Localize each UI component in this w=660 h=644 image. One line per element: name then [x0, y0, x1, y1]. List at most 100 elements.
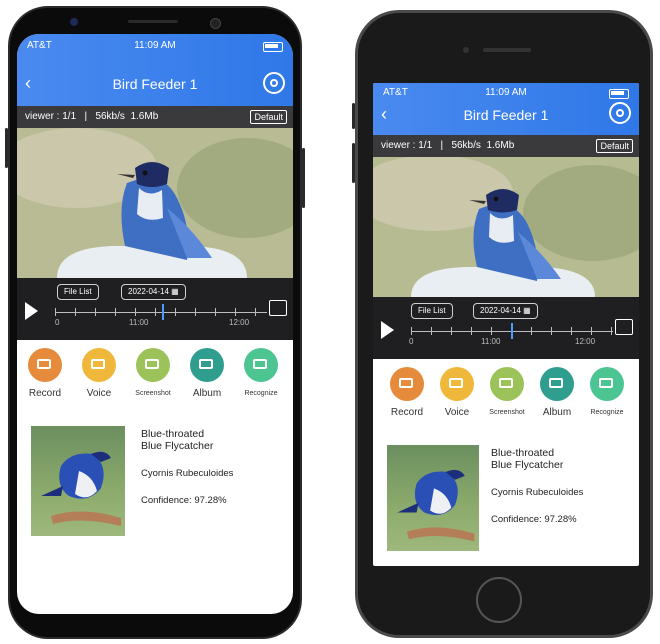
quality-button[interactable]: Default	[250, 110, 287, 124]
playback-timeline: File List 2022-04-14 ▦ 0 11:00 12:00	[17, 278, 293, 340]
screenshot-label: Screenshot	[135, 390, 171, 397]
app-header: AT&T 11:09 AM ‹ Bird Feeder 1	[17, 34, 293, 106]
tick	[571, 327, 572, 335]
date-picker-button[interactable]: 2022-04-14 ▦	[473, 303, 538, 319]
playhead-cursor[interactable]	[162, 304, 164, 320]
viewer-count: viewer : 1/1	[25, 111, 77, 122]
play-icon[interactable]	[381, 321, 394, 339]
timeline-label-1100: 11:00	[129, 318, 149, 327]
recognize-label: Recognize	[590, 409, 624, 416]
home-button[interactable]	[476, 577, 522, 623]
confidence-score: Confidence: 97.28%	[141, 495, 227, 506]
playhead-cursor[interactable]	[511, 323, 513, 339]
upload-icon	[244, 348, 278, 382]
record-button[interactable]: Record	[19, 348, 71, 399]
bird-on-feeder-image	[17, 128, 293, 278]
calendar-icon: ▦	[523, 306, 531, 315]
species-name-line2: Blue Flycatcher	[141, 440, 214, 452]
gear-icon[interactable]	[609, 102, 631, 124]
file-list-button[interactable]: File List	[57, 284, 99, 300]
time-ruler[interactable]	[411, 323, 613, 339]
tick	[115, 308, 116, 316]
speaker-icon	[82, 348, 116, 382]
album-button[interactable]: Album	[181, 348, 233, 399]
file-list-button[interactable]: File List	[411, 303, 453, 319]
earpiece	[483, 48, 531, 52]
status-bar: AT&T 11:09 AM	[17, 40, 293, 54]
screenshot-button[interactable]: Screenshot	[481, 367, 533, 416]
voice-label: Voice	[86, 388, 112, 399]
live-video-feed[interactable]	[373, 157, 639, 297]
species-name-line1: Blue-throated	[491, 447, 555, 459]
tick	[95, 308, 96, 316]
time-ruler[interactable]	[55, 304, 267, 320]
status-bar: AT&T 11:09 AM	[373, 87, 639, 101]
timeline-label-1200: 12:00	[575, 337, 596, 346]
screenshot-icon	[490, 367, 524, 401]
front-camera-icon	[70, 18, 78, 26]
bitrate: 56kb/s	[451, 140, 481, 151]
screenshot-label: Screenshot	[489, 409, 525, 416]
voice-button[interactable]: Voice	[73, 348, 125, 399]
page-title: Bird Feeder 1	[112, 76, 198, 92]
clock: 11:09 AM	[134, 40, 176, 51]
bird-thumbnail	[31, 426, 125, 536]
data-size: 1.6Mb	[130, 111, 159, 122]
date-picker-button[interactable]: 2022-04-14 ▦	[121, 284, 186, 300]
tick	[155, 308, 156, 316]
tick	[215, 308, 216, 316]
record-label: Record	[390, 407, 424, 418]
fullscreen-icon[interactable]	[269, 300, 287, 316]
record-button[interactable]: Record	[381, 367, 433, 418]
volume-button	[352, 143, 355, 183]
tick	[175, 308, 176, 316]
tick	[491, 327, 492, 335]
screenshot-button[interactable]: Screenshot	[127, 348, 179, 397]
battery-icon	[263, 42, 283, 52]
calendar-icon: ▦	[171, 287, 179, 296]
species-name-line2: Blue Flycatcher	[491, 459, 564, 471]
tick	[551, 327, 552, 335]
sensor-icon	[210, 18, 221, 29]
speaker-icon	[440, 367, 474, 401]
confidence-score: Confidence: 97.28%	[491, 514, 577, 525]
stream-info-bar: viewer : 1/1 | 56kb/s 1.6Mb Default	[373, 135, 639, 157]
volume-button	[5, 128, 8, 168]
result-text: Blue-throated Blue Flycatcher Cyornis Ru…	[141, 428, 233, 506]
tick	[451, 327, 452, 335]
bitrate: 56kb/s	[95, 111, 125, 122]
android-phone: AT&T 11:09 AM ‹ Bird Feeder 1 viewer : 1…	[5, 6, 305, 639]
play-icon[interactable]	[25, 302, 38, 320]
screenshot-icon	[136, 348, 170, 382]
bird-on-feeder-image	[373, 157, 639, 297]
tick	[471, 327, 472, 335]
battery-icon	[609, 89, 629, 99]
tick	[611, 327, 612, 335]
album-button[interactable]: Album	[531, 367, 583, 418]
tick	[531, 327, 532, 335]
tick	[55, 308, 56, 316]
front-camera-icon	[463, 47, 469, 53]
album-label: Album	[542, 407, 572, 418]
fullscreen-icon[interactable]	[615, 319, 633, 335]
quality-button[interactable]: Default	[596, 139, 633, 153]
live-video-feed[interactable]	[17, 128, 293, 278]
recognize-button[interactable]: Recognize	[235, 348, 287, 397]
gear-icon[interactable]	[263, 72, 285, 94]
timeline-label-start: 0	[55, 318, 60, 327]
flycatcher-image	[41, 451, 121, 526]
app-screen: AT&T 11:09 AM ‹ Bird Feeder 1 viewer : 1…	[373, 83, 639, 566]
timeline-label-1200: 12:00	[229, 318, 250, 327]
power-button	[302, 148, 305, 208]
separator: |	[84, 111, 88, 122]
voice-button[interactable]: Voice	[431, 367, 483, 418]
species-name-line1: Blue-throated	[141, 428, 205, 440]
bird-thumbnail	[387, 445, 479, 551]
tick	[235, 308, 236, 316]
scientific-name: Cyornis Rubeculoides	[141, 468, 234, 479]
viewer-count: viewer : 1/1	[381, 140, 433, 151]
tick	[591, 327, 592, 335]
recognize-label: Recognize	[244, 390, 278, 397]
app-screen: AT&T 11:09 AM ‹ Bird Feeder 1 viewer : 1…	[17, 34, 293, 614]
recognize-button[interactable]: Recognize	[581, 367, 633, 416]
